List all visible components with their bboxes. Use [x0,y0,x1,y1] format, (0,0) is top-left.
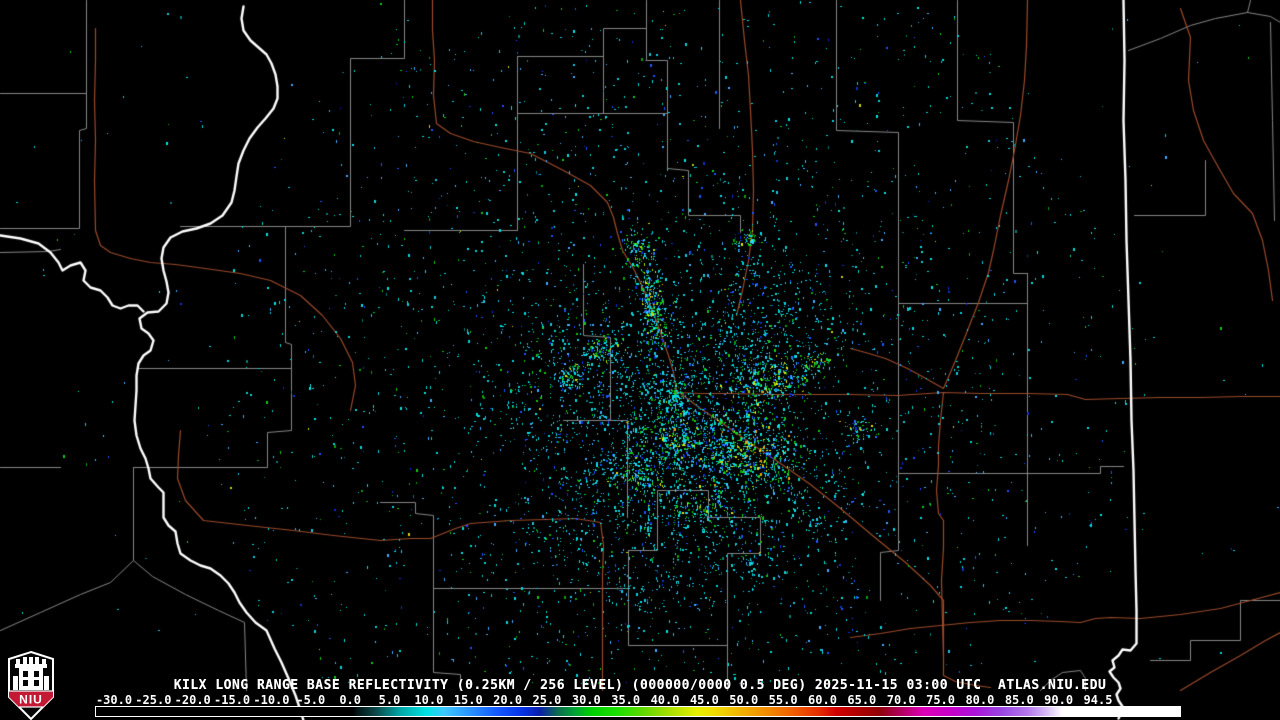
colorbar-tick-label: -10.0 [253,693,290,707]
colorbar-tick-label: 70.0 [886,693,916,707]
colorbar-tick-label: -25.0 [135,693,172,707]
radar-display-page: NIU KILX LONG RANGE BASE REFLECTIVITY (0… [0,0,1280,720]
colorbar-tick-label: -15.0 [214,693,251,707]
colorbar-tick-label: -20.0 [174,693,211,707]
colorbar-tick-label: -5.0 [296,693,326,707]
colorbar-gradient [96,707,1180,716]
colorbar-tick-label: 60.0 [808,693,837,707]
colorbar-tick-label: 30.0 [571,693,601,707]
colorbar-tick-label: 50.0 [729,693,759,707]
colorbar-tick-label: 20.0 [493,693,523,707]
colorbar-tick-labels: -30.0 -25.0 -20.0 -15.0 -10.0 -5.0 0.0 5.0 10.0 1… [0,693,1280,707]
colorbar-tick-label: 94.5 [1083,693,1113,707]
niu-logo: NIU [7,650,55,720]
radar-map-canvas [0,0,1280,720]
product-title: KILX LONG RANGE BASE REFLECTIVITY (0.25K… [173,678,1107,693]
colorbar-tick-label: 40.0 [650,693,680,707]
colorbar-tick-label: 15.0 [453,693,483,707]
reflectivity-colorbar [95,706,1181,717]
niu-castle-icon: NIU [8,650,54,720]
colorbar-tick-label: 75.0 [926,693,955,707]
colorbar-tick-label: 5.0 [378,693,401,707]
colorbar-tick-label: -30.0 [95,693,133,707]
colorbar-tick-label: 85.0 [1004,693,1034,707]
colorbar-tick-label: 80.0 [965,693,995,707]
colorbar-tick-label: 55.0 [768,693,798,707]
colorbar-tick-label: 10.0 [414,693,444,707]
colorbar-tick-label: 0.0 [339,693,361,707]
colorbar-tick-label: 65.0 [847,693,877,707]
colorbar-tick-label: 45.0 [689,693,719,707]
colorbar-tick-label: 35.0 [611,693,641,707]
colorbar-tick-label: 90.0 [1044,693,1074,707]
colorbar-tick-label: 25.0 [532,693,562,707]
